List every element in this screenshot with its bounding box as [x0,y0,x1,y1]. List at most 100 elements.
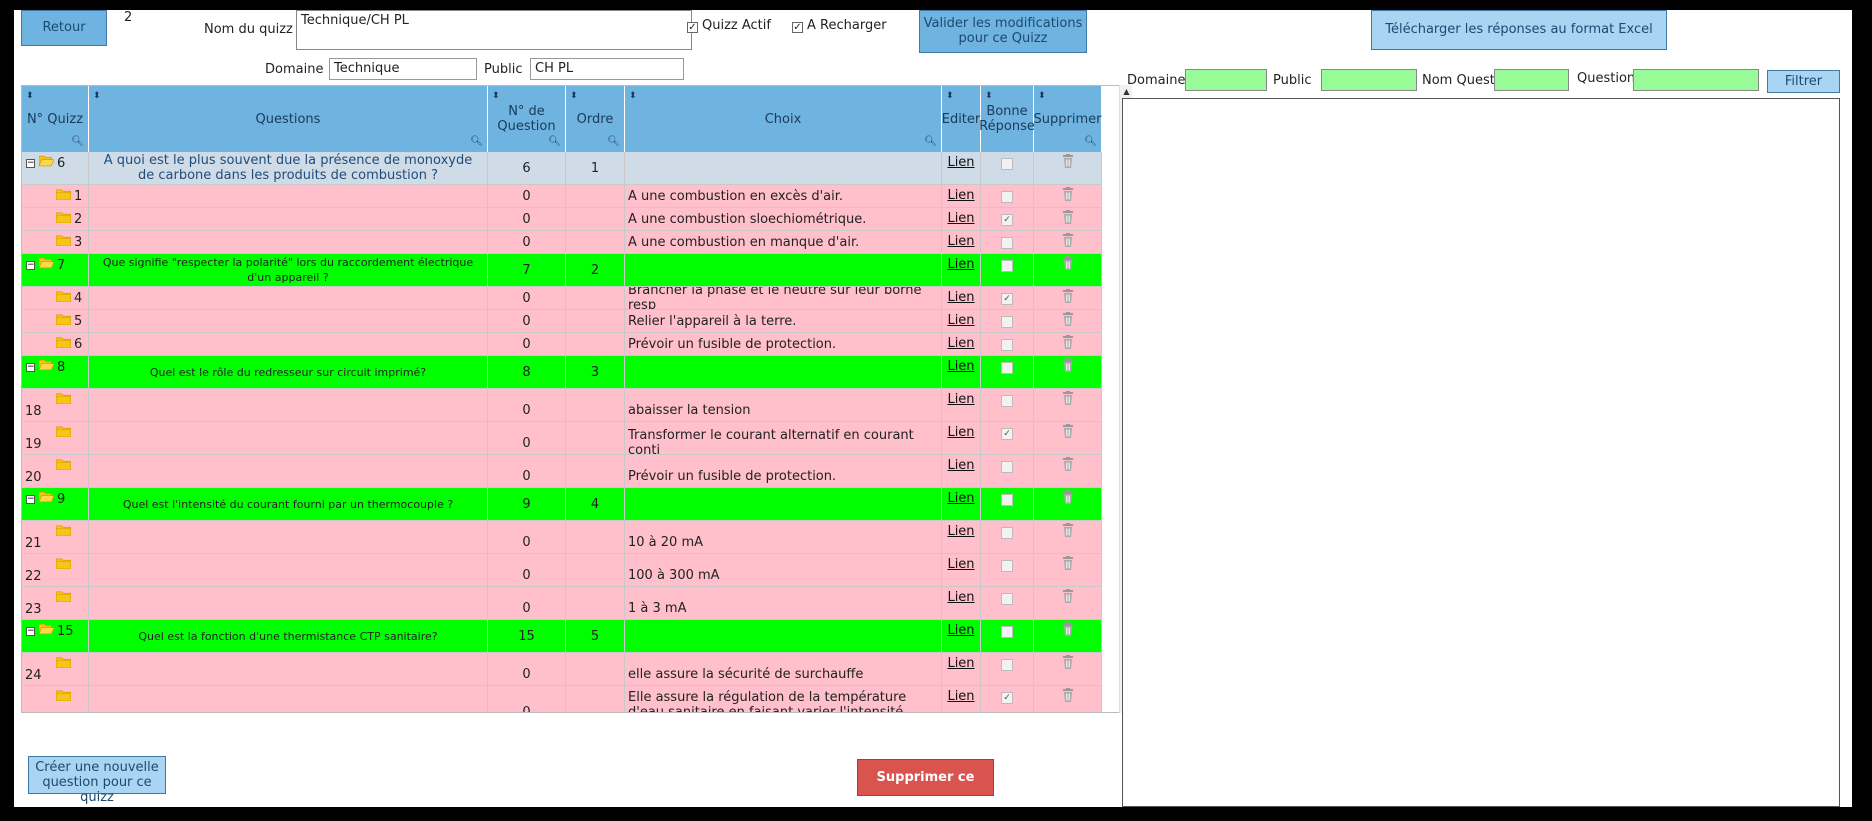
correct-answer-checkbox[interactable] [1001,494,1013,506]
edit-link[interactable]: Lien [942,290,980,305]
table-row[interactable]: 6 0 Prévoir un fusible de protection. Lien [22,333,1102,356]
domain-field[interactable]: Technique [329,58,477,80]
edit-link[interactable]: Lien [942,313,980,328]
correct-answer-checkbox[interactable] [1001,362,1013,374]
reload-checkbox[interactable]: ✓ A Recharger [792,18,887,33]
cell-choix[interactable] [625,356,942,388]
sort-icon[interactable]: ⬍ [985,89,993,104]
correct-answer-checkbox[interactable] [1001,158,1013,170]
cell-question[interactable] [89,389,488,421]
cell-question[interactable] [89,521,488,553]
trash-icon[interactable] [1061,490,1075,504]
correct-answer-checkbox[interactable] [1001,316,1013,328]
trash-icon[interactable] [1061,335,1075,349]
collapse-icon[interactable]: − [26,494,35,504]
filter-public-input[interactable] [1321,69,1417,91]
cell-quizz[interactable]: −6 [22,152,89,184]
cell-choix[interactable]: elle assure la sécurité de surchauffe [625,653,942,685]
cell-quizz[interactable]: 1 [22,185,89,207]
cell-question[interactable]: Quel est le rôle du redresseur sur circu… [89,356,488,388]
col-supprimer[interactable]: ⬍ Supprimer 🔍︎ [1034,86,1102,152]
collapse-icon[interactable]: − [26,626,35,636]
scroll-up-icon[interactable]: ▲ [1120,87,1133,96]
edit-link[interactable]: Lien [942,656,980,671]
edit-link[interactable]: Lien [942,623,980,638]
validate-button[interactable]: Valider les modifications pour ce Quizz [919,10,1087,53]
cell-choix[interactable]: A une combustion en manque d'air. [625,231,942,253]
correct-answer-checkbox[interactable] [1001,593,1013,605]
correct-answer-checkbox[interactable] [1001,560,1013,572]
correct-answer-checkbox[interactable] [1001,237,1013,249]
cell-choix[interactable] [625,488,942,520]
trash-icon[interactable] [1061,424,1075,438]
trash-icon[interactable] [1061,210,1075,224]
col-quizz[interactable]: ⬍ N° Quizz 🔍︎ [22,86,89,152]
cell-choix[interactable] [625,620,942,652]
trash-icon[interactable] [1061,256,1075,270]
table-row[interactable]: 1 0 A une combustion en excès d'air. Lien [22,185,1102,208]
cell-question[interactable] [89,185,488,207]
cell-question[interactable] [89,686,488,712]
col-bonne[interactable]: ⬍ Bonne Réponse [979,86,1035,152]
cell-choix[interactable] [625,254,942,286]
col-choix[interactable]: ⬍ Choix 🔍︎ [625,86,942,152]
edit-link[interactable]: Lien [942,359,980,374]
cell-question[interactable] [89,455,488,487]
sort-icon[interactable]: ⬍ [492,89,500,104]
sort-icon[interactable]: ⬍ [26,89,34,104]
table-row[interactable]: 25 0 Elle assure la régulation de la tempé… [22,686,1102,712]
cell-choix[interactable]: A une combustion sloechiométrique. [625,208,942,230]
filter-domain-input[interactable] [1185,69,1267,91]
cell-quizz[interactable]: −9 [22,488,89,520]
cell-choix[interactable]: 10 à 20 mA [625,521,942,553]
cell-choix[interactable]: Transformer le courant alternatif en cou… [625,422,942,454]
correct-answer-checkbox[interactable] [1001,260,1013,272]
table-row[interactable]: −6 A quoi est le plus souvent due la prés… [22,152,1102,185]
correct-answer-checkbox[interactable] [1001,461,1013,473]
table-row[interactable]: 18 0 abaisser la tension Lien [22,389,1102,422]
cell-quizz[interactable]: 3 [22,231,89,253]
cell-question[interactable] [89,208,488,230]
cell-quizz[interactable]: −7 [22,254,89,286]
cell-choix[interactable] [625,152,942,184]
trash-icon[interactable] [1061,655,1075,669]
correct-answer-checkbox[interactable]: ✓ [1001,293,1013,305]
table-row[interactable]: 21 0 10 à 20 mA Lien [22,521,1102,554]
back-button[interactable]: Retour [21,10,107,46]
correct-answer-checkbox[interactable] [1001,527,1013,539]
sort-icon[interactable]: ⬍ [570,89,578,104]
cell-question[interactable] [89,310,488,332]
trash-icon[interactable] [1061,358,1075,372]
filter-search-icon[interactable]: 🔍︎ [71,134,84,149]
create-question-button[interactable]: Créer une nouvelle question pour ce quiz… [28,756,166,805]
table-row[interactable]: 4 0 Brancher la phase et le neutre sur leu… [22,287,1102,310]
active-checkbox[interactable]: ✓ Quizz Actif [687,18,771,33]
cell-question[interactable] [89,587,488,619]
table-row[interactable]: 24 0 elle assure la sécurité de surchauffe… [22,653,1102,686]
cell-quizz[interactable]: 24 [22,653,89,685]
cell-quizz[interactable]: −8 [22,356,89,388]
cell-question[interactable] [89,231,488,253]
filter-search-icon[interactable]: 🔍︎ [607,134,620,149]
correct-answer-checkbox[interactable] [1001,626,1013,638]
trash-icon[interactable] [1061,523,1075,537]
edit-link[interactable]: Lien [942,234,980,249]
cell-question[interactable] [89,287,488,309]
edit-link[interactable]: Lien [942,257,980,272]
edit-link[interactable]: Lien [942,336,980,351]
trash-icon[interactable] [1061,154,1075,168]
filter-question-input[interactable] [1633,69,1759,91]
trash-icon[interactable] [1061,457,1075,471]
filter-search-icon[interactable]: 🔍︎ [1084,134,1097,149]
trash-icon[interactable] [1061,622,1075,636]
edit-link[interactable]: Lien [942,491,980,506]
cell-quizz[interactable]: 6 [22,333,89,355]
edit-link[interactable]: Lien [942,155,980,170]
table-row[interactable]: − 15 Quel est la fonction d'une thermistan… [22,620,1102,653]
correct-answer-checkbox[interactable] [1001,395,1013,407]
cell-choix[interactable]: Prévoir un fusible de protection. [625,333,942,355]
sort-icon[interactable]: ⬍ [629,89,637,104]
excel-download-button[interactable]: Télécharger les réponses au format Excel [1371,10,1667,50]
correct-answer-checkbox[interactable]: ✓ [1001,214,1013,226]
correct-answer-checkbox[interactable] [1001,339,1013,351]
